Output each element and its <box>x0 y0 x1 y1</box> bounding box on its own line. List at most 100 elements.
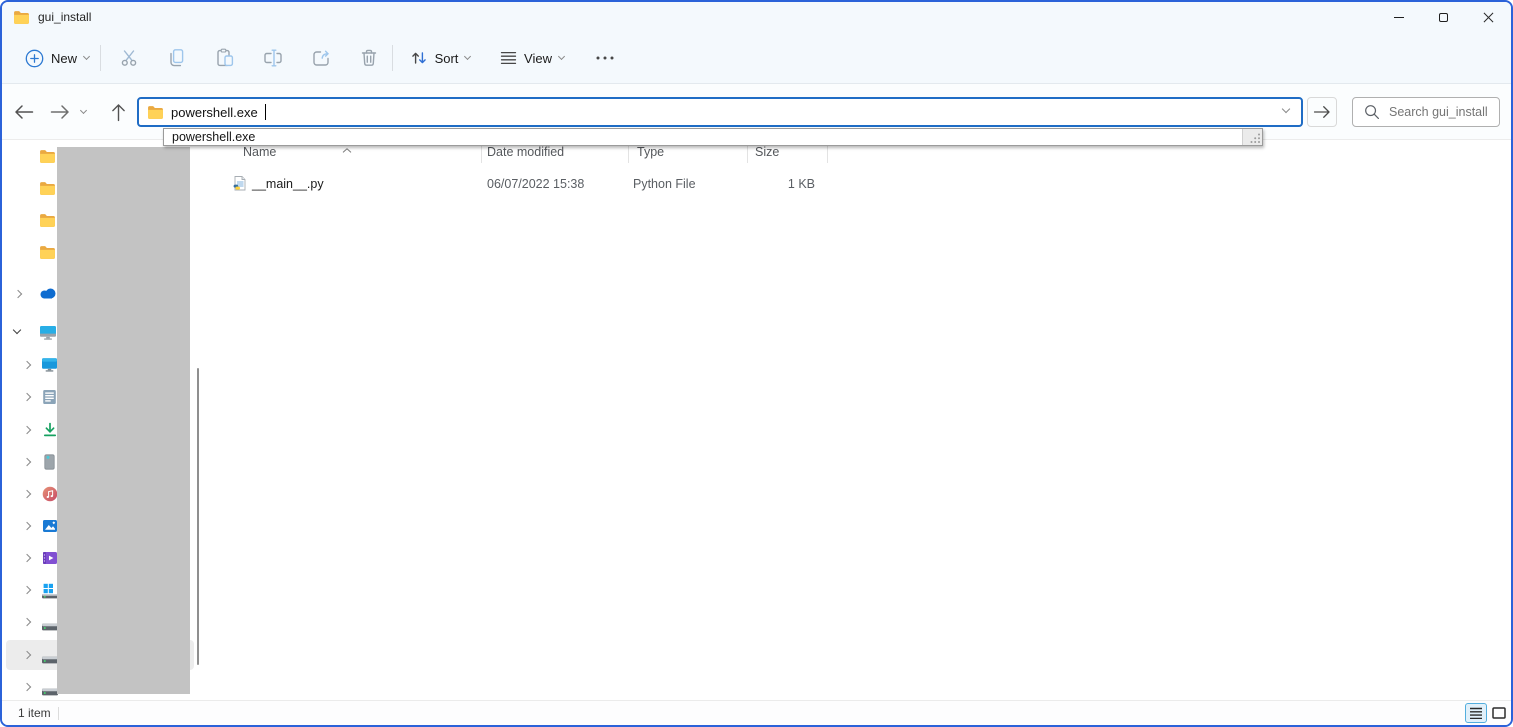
sort-button-label: Sort <box>435 51 459 66</box>
window-title: gui_install <box>38 10 91 24</box>
toolbar-separator <box>392 45 393 71</box>
chevron-down-icon <box>464 53 471 60</box>
chevron-right-icon[interactable] <box>23 490 31 498</box>
address-dropdown-chevron-icon[interactable] <box>1282 105 1290 113</box>
up-arrow-icon <box>111 103 126 122</box>
column-header-date-modified[interactable]: Date modified <box>487 145 564 159</box>
redaction-overlay <box>57 147 190 694</box>
column-divider[interactable] <box>747 146 748 163</box>
maximize-button[interactable] <box>1421 2 1466 32</box>
status-bar: 1 item <box>2 700 1511 725</box>
titlebar[interactable]: gui_install <box>2 2 1511 32</box>
onedrive-cloud-icon <box>39 286 57 304</box>
file-explorer-window: gui_install New <box>0 0 1513 727</box>
details-view-toggle[interactable] <box>1465 703 1487 723</box>
view-button[interactable]: View <box>492 40 572 76</box>
search-box[interactable] <box>1352 97 1500 127</box>
search-icon <box>1364 104 1380 120</box>
recent-locations-button[interactable] <box>75 98 91 126</box>
pictures-icon <box>42 518 58 539</box>
music-icon <box>42 486 58 507</box>
column-header-size[interactable]: Size <box>755 145 779 159</box>
file-row[interactable]: __main__.py 06/07/2022 15:38 Python File… <box>210 170 1511 198</box>
chevron-right-icon[interactable] <box>23 683 31 691</box>
folder-icon <box>147 105 164 119</box>
dropdown-resize-grip[interactable] <box>1242 129 1262 145</box>
see-more-button[interactable] <box>587 40 623 76</box>
minimize-icon <box>1394 17 1404 18</box>
chevron-right-icon[interactable] <box>23 618 31 626</box>
share-icon <box>310 47 332 69</box>
sidebar <box>2 140 210 700</box>
folder-icon <box>39 245 56 264</box>
chevron-down-icon <box>79 107 86 114</box>
documents-icon <box>42 389 57 410</box>
file-name: __main__.py <box>252 177 324 191</box>
file-size: 1 KB <box>747 177 821 191</box>
delete-button[interactable] <box>351 40 387 76</box>
chevron-right-icon[interactable] <box>23 426 31 434</box>
back-button[interactable] <box>10 98 38 126</box>
share-button[interactable] <box>303 40 339 76</box>
maximize-icon <box>1439 13 1448 22</box>
videos-icon <box>42 550 58 571</box>
large-icons-view-icon <box>1492 707 1506 719</box>
rename-button[interactable] <box>255 40 291 76</box>
new-button[interactable]: New <box>14 40 100 76</box>
search-input[interactable] <box>1389 105 1499 119</box>
large-icons-view-toggle[interactable] <box>1489 703 1508 723</box>
grip-dots-icon <box>1249 132 1261 144</box>
cut-icon <box>118 47 140 69</box>
delete-icon <box>358 47 380 69</box>
chevron-right-icon[interactable] <box>14 290 22 298</box>
up-button[interactable] <box>104 98 132 126</box>
chevron-right-icon[interactable] <box>23 651 31 659</box>
chevron-right-icon[interactable] <box>23 522 31 530</box>
sidebar-scrollbar[interactable] <box>197 368 199 665</box>
copy-icon <box>166 47 188 69</box>
this-pc-icon <box>39 325 57 345</box>
chevron-right-icon[interactable] <box>23 586 31 594</box>
sort-icon <box>410 50 428 66</box>
forward-button[interactable] <box>46 98 74 126</box>
main-area: Name Date modified Type Size __main__.py… <box>2 140 1511 700</box>
sort-button[interactable]: Sort <box>402 40 478 76</box>
folder-icon <box>39 213 56 232</box>
column-header-type[interactable]: Type <box>637 145 664 159</box>
cut-button[interactable] <box>111 40 147 76</box>
folder-icon <box>39 149 56 168</box>
copy-button[interactable] <box>159 40 195 76</box>
forward-arrow-icon <box>50 104 70 120</box>
toolbar: New Sort View <box>2 32 1511 84</box>
chevron-right-icon[interactable] <box>23 361 31 369</box>
file-date-modified: 06/07/2022 15:38 <box>487 177 584 191</box>
column-divider[interactable] <box>481 146 482 163</box>
mobile-device-icon <box>44 454 55 475</box>
window-controls <box>1376 2 1511 32</box>
chevron-right-icon[interactable] <box>23 393 31 401</box>
column-header-name[interactable]: Name <box>243 145 276 159</box>
chevron-right-icon[interactable] <box>23 554 31 562</box>
chevron-down-icon[interactable] <box>13 326 21 334</box>
paste-icon <box>214 47 236 69</box>
minimize-button[interactable] <box>1376 2 1421 32</box>
go-to-button[interactable] <box>1307 97 1337 127</box>
autocomplete-suggestion[interactable]: powershell.exe <box>164 129 1262 145</box>
details-view-icon <box>1469 707 1483 719</box>
chevron-right-icon[interactable] <box>23 458 31 466</box>
toolbar-separator <box>100 45 101 71</box>
status-separator <box>58 707 59 720</box>
close-icon <box>1483 12 1494 23</box>
item-count: 1 item <box>18 706 51 720</box>
address-bar[interactable]: powershell.exe <box>137 97 1303 127</box>
text-cursor <box>265 104 266 120</box>
column-divider[interactable] <box>628 146 629 163</box>
view-icon <box>500 51 517 65</box>
column-divider[interactable] <box>827 146 828 163</box>
paste-button[interactable] <box>207 40 243 76</box>
chevron-down-icon <box>558 53 565 60</box>
rename-icon <box>262 47 284 69</box>
close-button[interactable] <box>1466 2 1511 32</box>
file-type: Python File <box>633 177 696 191</box>
folder-icon <box>13 10 30 24</box>
